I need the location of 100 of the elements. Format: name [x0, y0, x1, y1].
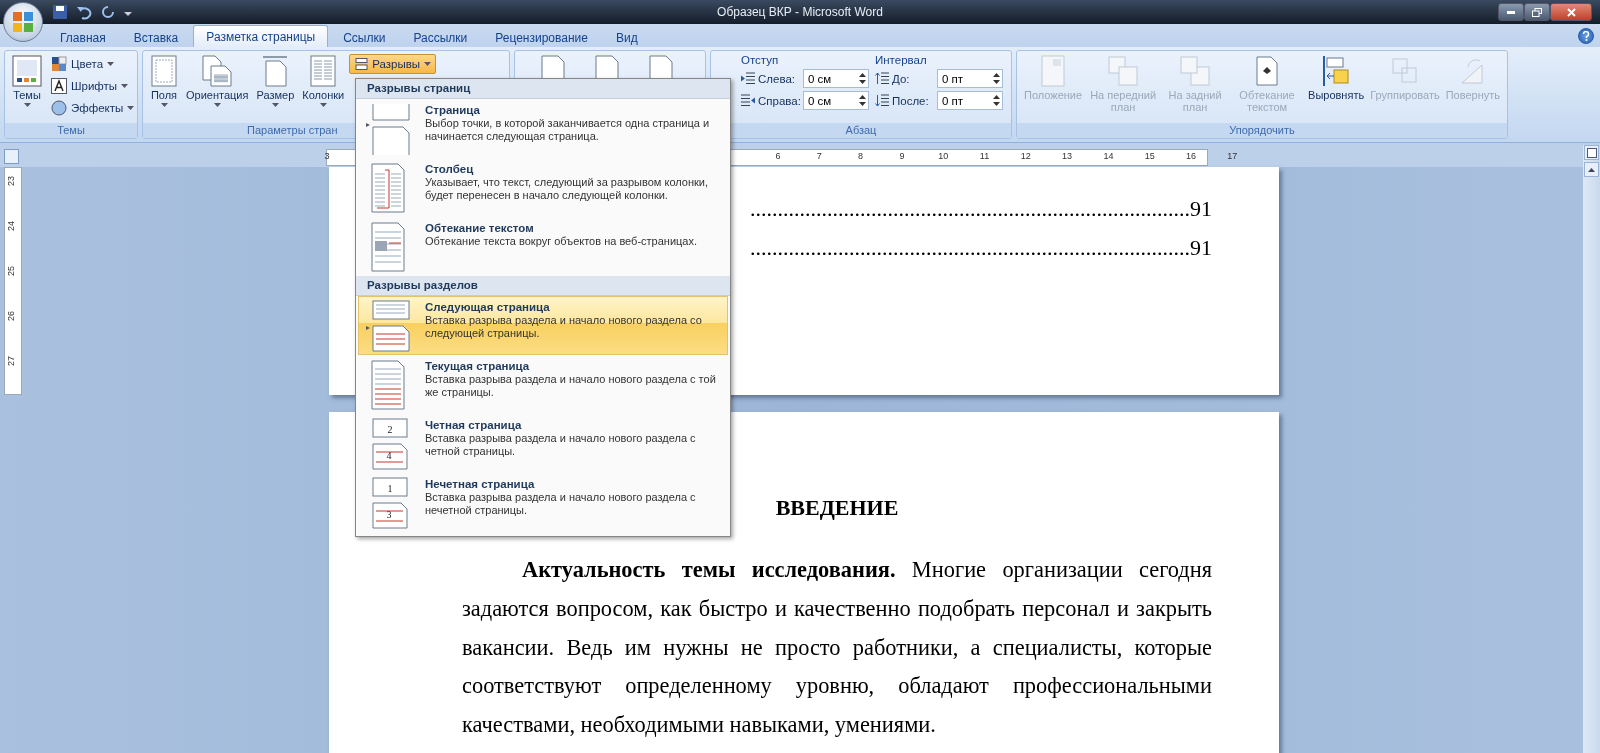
field-label: До:	[892, 72, 911, 85]
scroll-up-button[interactable]	[1584, 162, 1599, 177]
close-icon	[1566, 7, 1576, 17]
menu-item-description: Вставка разрыва раздела и начало нового раздела с той же страницы.	[425, 373, 717, 399]
menu-item[interactable]: Столбец Указывает, что текст, следующий за разрывом колонки, будет перенесен в начало следующей колонки.	[358, 158, 728, 217]
caret-icon	[213, 103, 221, 107]
page-setup-button[interactable]: Размер	[253, 54, 298, 108]
spin-arrows-icon	[859, 72, 866, 85]
menu-item-title: Следующая страница	[425, 301, 551, 313]
menu-section-header: Разрывы страниц	[356, 79, 730, 99]
restore-icon	[1532, 7, 1542, 17]
menu-item-description: Указывает, что текст, следующий за разрывом колонки, будет перенесен в начало следующей колонки.	[425, 176, 709, 202]
columns-icon	[309, 55, 338, 87]
ribbon-tab[interactable]: Разметка страницы	[193, 25, 329, 47]
ribbon-tab[interactable]: Ссылки	[330, 27, 399, 47]
undo-icon	[76, 4, 92, 20]
theme-option-button[interactable]: Цвета	[47, 54, 139, 74]
field-label: Слева:	[758, 72, 796, 85]
spin-arrows-icon	[993, 72, 1000, 85]
ruler-number: 11	[979, 151, 990, 161]
ribbon-tab[interactable]: Рассылки	[400, 27, 481, 47]
caret-icon	[107, 62, 115, 66]
ruler-number: 14	[1103, 151, 1114, 161]
ribbon-tab[interactable]: Главная	[47, 27, 119, 47]
minimize-button[interactable]	[1498, 3, 1524, 21]
caret-icon	[319, 103, 327, 107]
page-setup-button[interactable]: Поля	[147, 54, 181, 108]
breaks-button[interactable]: Разрывы	[349, 54, 437, 74]
spin-arrows-icon	[993, 94, 1000, 107]
ruler-number: 15	[1144, 151, 1155, 161]
ruler-number: 10	[938, 151, 949, 161]
next-page-section-break-icon	[365, 300, 411, 352]
group-label: Темы	[5, 123, 137, 138]
caret-icon	[127, 106, 135, 110]
page-setup-button[interactable]: Колонки	[299, 54, 348, 108]
effects-icon	[51, 100, 67, 116]
menu-item-title: Четная страница	[425, 419, 523, 431]
position-icon	[1039, 55, 1068, 87]
theme-option-button[interactable]: Эффекты	[47, 98, 139, 118]
menu-item-title: Обтекание текстом	[425, 222, 535, 234]
field-label: Справа:	[758, 94, 800, 107]
menu-item-title: Страница	[425, 104, 481, 116]
spin-field[interactable]: 0 пт	[937, 91, 1003, 110]
menu-item-description: Вставка разрыва раздела и начало нового раздела с четной страницы.	[425, 432, 697, 458]
ruler-toggle-button[interactable]	[1584, 145, 1599, 160]
ruler-icon	[1586, 147, 1597, 158]
menu-item[interactable]: 2 4 Четная страница Вставка разрыва раздела и начало нового раздела с четной страницы.	[358, 414, 728, 473]
orientation-icon	[202, 55, 233, 87]
theme-option-button[interactable]: Шрифты	[47, 76, 139, 96]
ruler-number: 13	[1062, 151, 1073, 161]
page-size-icon	[261, 55, 290, 87]
menu-item[interactable]: Текущая страница Вставка разрыва раздела и начало нового раздела с той же страницы.	[358, 355, 728, 414]
caret-icon	[424, 62, 432, 66]
section-title: Отступ	[741, 54, 780, 66]
group-label: Упорядочить	[1017, 123, 1507, 138]
ruler-number: 26	[6, 311, 16, 321]
menu-item[interactable]: Следующая страница Вставка разрыва раздела и начало нового раздела со следующей страницы.	[358, 296, 728, 355]
close-button[interactable]	[1550, 3, 1592, 21]
body-paragraph: Актуальность темы исследования. Многие организации сегодня задаются вопросом, как быстро и качественно подобрать персонал и закрыть вакансии. Ведь им нужны не просто работники, а специалисты, которые соответствуют определенному уровню, обладают профессиональными качествами, необходимыми навыками, умениями.	[462, 556, 1212, 740]
menu-item[interactable]: 1 3 Нечетная страница Вставка разрыва раздела и начало нового раздела с нечетной страницы.	[358, 473, 728, 532]
spin-field[interactable]: 0 см	[803, 69, 869, 88]
spin-field[interactable]: 0 пт	[937, 69, 1003, 88]
ruler-number: 23	[6, 176, 16, 186]
caret-icon	[121, 84, 129, 88]
breaks-icon	[354, 58, 369, 70]
ruler-number: 24	[6, 221, 16, 231]
menu-item-title: Столбец	[425, 163, 475, 175]
restore-button[interactable]	[1524, 3, 1550, 21]
ribbon-tab[interactable]: Вставка	[120, 27, 192, 47]
page-setup-button[interactable]: Ориентация	[183, 54, 252, 108]
indent-icon	[741, 94, 755, 107]
up-arrow-icon	[1588, 167, 1595, 172]
redo-icon	[100, 4, 116, 20]
toc-entry: ................................................................................91	[750, 234, 1212, 261]
help-icon	[1582, 31, 1590, 41]
arrange-button[interactable]: Выровнять	[1305, 54, 1368, 102]
ribbon-tab[interactable]: Вид	[602, 27, 651, 47]
save-icon	[52, 4, 68, 20]
minimize-icon	[1507, 10, 1515, 14]
ruler-number: 27	[6, 356, 16, 366]
caret-icon	[23, 103, 31, 107]
help-button[interactable]	[1578, 28, 1594, 44]
menu-item-description: Вставка разрыва раздела и начало нового раздела со следующей страницы.	[425, 314, 703, 340]
line-spacing-icon	[875, 72, 889, 85]
menu-item-description: Обтекание текста вокруг объектов на веб-страницах.	[425, 235, 699, 248]
ruler-number: 12	[1020, 151, 1031, 161]
ruler-number: 16	[1186, 151, 1196, 161]
menu-item-title: Текущая страница	[425, 360, 531, 372]
field-label: После:	[892, 94, 930, 107]
spin-field[interactable]: 0 см	[803, 91, 869, 110]
menu-item-title: Нечетная страница	[425, 478, 536, 490]
menu-item[interactable]: Обтекание текстом Обтекание текста вокруг объектов на веб-страницах.	[358, 217, 728, 276]
bring-forward-icon	[1107, 55, 1140, 87]
font-icon	[51, 78, 67, 94]
themes-button[interactable]: Темы	[9, 54, 45, 108]
margins-icon	[150, 55, 178, 87]
ruler-number: 6	[775, 151, 781, 161]
ribbon-tab[interactable]: Рецензирование	[482, 27, 601, 47]
spin-arrows-icon	[859, 94, 866, 107]
toc-entry: ................................................................................91	[750, 195, 1212, 222]
